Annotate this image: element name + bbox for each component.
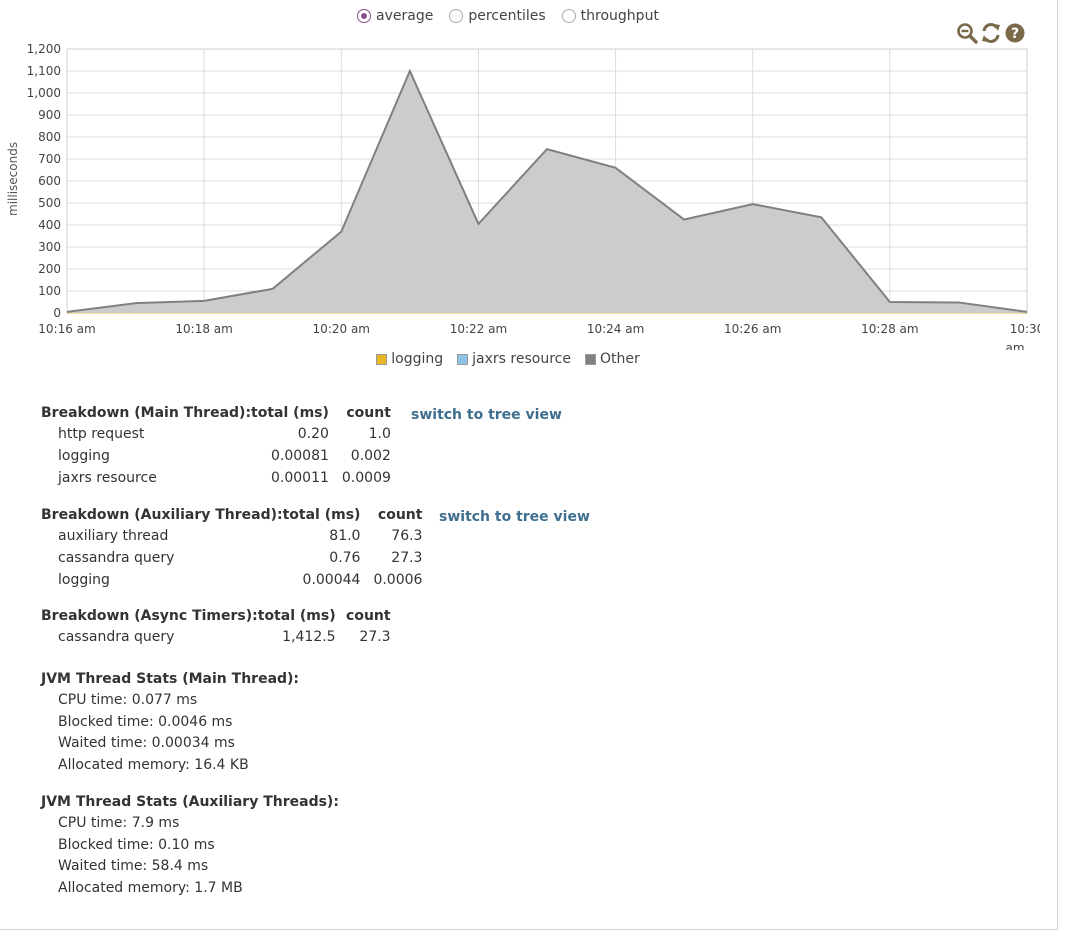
y-tick-label: 200 — [38, 262, 61, 276]
radio-percentiles[interactable]: percentiles — [449, 8, 546, 24]
x-tick-label: 10:24 am — [587, 322, 644, 336]
cpu-time: CPU time: 7.9 ms — [58, 815, 180, 831]
radio-average[interactable]: average — [357, 8, 433, 24]
breakdown-total: 0.00081 — [270, 448, 329, 464]
breakdown-count: 76.3 — [391, 528, 423, 544]
breakdown-count: 0.002 — [350, 448, 391, 464]
breakdown-count: 27.3 — [391, 550, 423, 566]
breakdown-name: logging — [58, 448, 110, 464]
waited-time: Waited time: 58.4 ms — [58, 858, 209, 874]
y-tick-label: 1,000 — [27, 86, 61, 100]
breakdown-name: cassandra query — [58, 629, 175, 645]
legend-swatch — [457, 353, 469, 365]
y-tick-label: 600 — [38, 174, 61, 188]
table-row[interactable]: http request 0.20 1.0 — [41, 423, 391, 445]
switch-to-tree-view-link[interactable]: switch to tree view — [411, 407, 562, 423]
stats-title: JVM Thread Stats (Auxiliary Threads): — [41, 794, 339, 810]
legend-swatch — [376, 353, 388, 365]
breakdown-name: cassandra query — [58, 550, 175, 566]
response-time-chart: 0 100 200 300 400 500 600 700 800 900 1,000 1,100 1,… — [27, 42, 1040, 350]
table-row[interactable]: jaxrs resource 0.00011 0.0009 — [41, 467, 391, 489]
legend-label: Other — [599, 351, 640, 367]
cpu-time: CPU time: 0.077 ms — [58, 692, 198, 708]
radio-button[interactable] — [357, 9, 372, 23]
x-tick-label: 10:20 am — [313, 322, 370, 336]
y-tick-label: 0 — [53, 306, 61, 320]
x-tick-label: 10:28 am — [861, 322, 918, 336]
table-row[interactable]: cassandra query 1,412.5 27.3 — [41, 626, 391, 648]
y-tick-label: 800 — [38, 130, 61, 144]
y-tick-label: 400 — [38, 218, 61, 232]
breakdown-name: auxiliary thread — [58, 528, 169, 544]
x-tick-label: 10:18 am — [175, 322, 232, 336]
col-total-header: total (ms) — [282, 506, 361, 523]
stats-title: JVM Thread Stats (Main Thread): — [41, 671, 300, 687]
main-thread-breakdown: Breakdown (Main Thread): total (ms) coun… — [41, 402, 391, 489]
table-row[interactable]: cassandra query 0.76 27.3 — [41, 547, 422, 569]
breakdown-total: 0.20 — [297, 426, 329, 442]
blocked-time: Blocked time: 0.10 ms — [58, 836, 215, 853]
panel-border — [1057, 0, 1058, 929]
legend-label: jaxrs resource — [472, 351, 571, 367]
panel-border — [0, 929, 1058, 930]
col-count-header: count — [346, 404, 391, 421]
series-area-other — [67, 71, 1027, 313]
radio-label: percentiles — [468, 8, 546, 24]
legend-label: logging — [391, 351, 444, 367]
legend-swatch — [584, 353, 596, 365]
chart-legend: logging jaxrs resource Other — [0, 351, 1016, 367]
y-tick-label: 900 — [38, 108, 61, 122]
breakdown-total: 0.00044 — [302, 572, 361, 588]
y-tick-label: 1,200 — [27, 42, 61, 56]
breakdown-name: logging — [58, 572, 110, 588]
col-count-header: count — [377, 506, 423, 523]
async-timers-breakdown: Breakdown (Async Timers): total (ms) cou… — [41, 605, 391, 648]
col-total-header: total (ms) — [251, 404, 329, 421]
jvm-main-thread-stats: JVM Thread Stats (Main Thread): CPU time… — [41, 668, 299, 776]
radio-button[interactable] — [449, 9, 464, 23]
breakdown-title: Breakdown (Async Timers): — [41, 607, 258, 624]
legend-item-other[interactable]: Other — [584, 351, 640, 367]
breakdown-title: Breakdown (Main Thread): — [41, 404, 252, 421]
radio-throughput[interactable]: throughput — [561, 8, 659, 24]
breakdown-count: 0.0006 — [373, 572, 423, 588]
chart-mode-selector: average percentiles throughput — [0, 8, 1016, 24]
allocated-memory: Allocated memory: 16.4 KB — [58, 756, 249, 773]
table-row[interactable]: logging 0.00044 0.0006 — [41, 569, 422, 591]
breakdown-count: 27.3 — [359, 629, 391, 645]
col-total-header: total (ms) — [257, 607, 336, 624]
allocated-memory: Allocated memory: 1.7 MB — [58, 879, 243, 896]
x-tick-label: 10:30am — [1005, 322, 1040, 350]
table-row[interactable]: auxiliary thread 81.0 76.3 — [41, 525, 422, 547]
switch-to-tree-view-link[interactable]: switch to tree view — [439, 509, 590, 525]
breakdown-title: Breakdown (Auxiliary Thread): — [41, 506, 283, 523]
legend-item-jaxrs-resource[interactable]: jaxrs resource — [457, 351, 571, 367]
breakdown-name: http request — [58, 426, 145, 442]
y-tick-label: 700 — [38, 152, 61, 166]
radio-button[interactable] — [561, 9, 576, 23]
legend-item-logging[interactable]: logging — [376, 351, 443, 367]
y-tick-label: 1,100 — [27, 64, 61, 78]
radio-label: average — [376, 8, 434, 24]
y-tick-label: 500 — [38, 196, 61, 210]
breakdown-total: 81.0 — [329, 528, 361, 544]
auxiliary-thread-breakdown: Breakdown (Auxiliary Thread): total (ms)… — [41, 504, 422, 591]
x-tick-label: 10:22 am — [450, 322, 507, 336]
y-tick-label: 100 — [38, 284, 61, 298]
table-row[interactable]: logging 0.00081 0.002 — [41, 445, 391, 467]
radio-label: throughput — [580, 8, 659, 24]
x-tick-label: 10:26 am — [724, 322, 781, 336]
breakdown-name: jaxrs resource — [58, 470, 157, 486]
breakdown-total: 0.76 — [329, 550, 361, 566]
blocked-time: Blocked time: 0.0046 ms — [58, 713, 233, 730]
y-tick-label: 300 — [38, 240, 61, 254]
breakdown-count: 1.0 — [368, 426, 391, 442]
col-count-header: count — [346, 607, 391, 624]
breakdown-total: 1,412.5 — [282, 629, 336, 645]
x-tick-label: 10:16 am — [38, 322, 95, 336]
breakdown-count: 0.0009 — [341, 470, 391, 486]
jvm-auxiliary-thread-stats: JVM Thread Stats (Auxiliary Threads): CP… — [41, 791, 339, 899]
waited-time: Waited time: 0.00034 ms — [58, 735, 235, 751]
breakdown-total: 0.00011 — [270, 470, 329, 486]
